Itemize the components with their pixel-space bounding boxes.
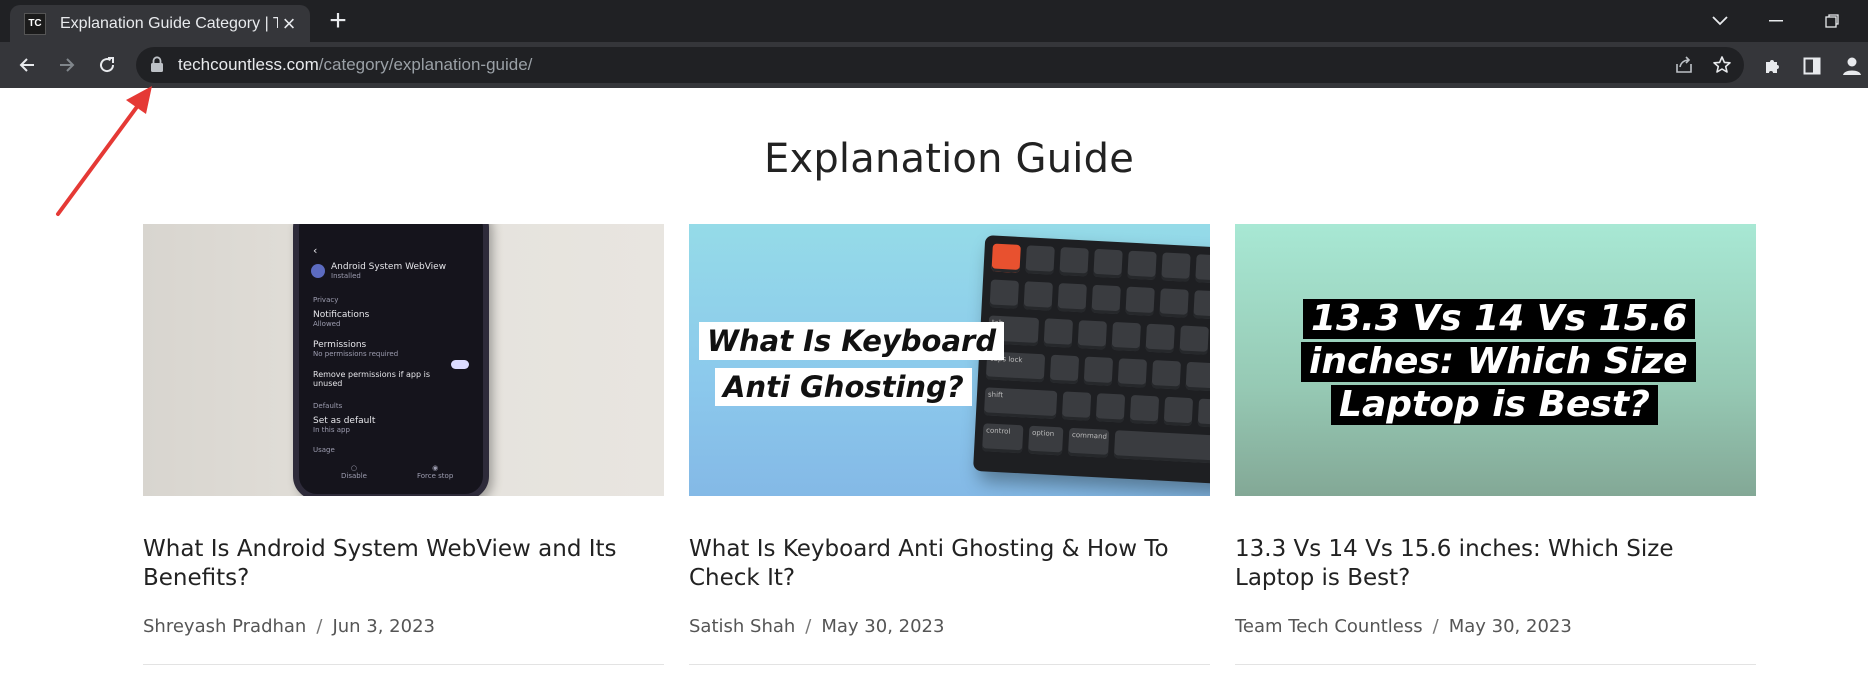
post-title-link[interactable]: What Is Keyboard Anti Ghosting & How To … <box>689 535 1210 593</box>
browser-toolbar: techcountless.com/category/explanation-g… <box>0 42 1868 88</box>
tab-close-icon[interactable]: × <box>278 12 300 35</box>
post-meta: Satish Shah / May 30, 2023 <box>689 616 1210 637</box>
card-divider <box>143 664 664 665</box>
address-bar[interactable]: techcountless.com/category/explanation-g… <box>136 47 1744 83</box>
post-title-link[interactable]: What Is Android System WebView and Its B… <box>143 535 664 593</box>
card-divider <box>1235 664 1756 665</box>
post-thumbnail-laptop-size[interactable]: 13.3 Vs 14 Vs 15.6 inches: Which Size La… <box>1235 224 1756 496</box>
thumb-headline-line2: inches: Which Size <box>1301 342 1696 382</box>
extensions-puzzle-icon[interactable] <box>1760 53 1786 79</box>
meta-separator: / <box>316 616 323 637</box>
tab-search-chevron-icon[interactable] <box>1700 6 1740 36</box>
post-author-link[interactable]: Shreyash Pradhan <box>143 616 306 637</box>
post-date: May 30, 2023 <box>1448 616 1572 637</box>
new-tab-icon[interactable]: + <box>322 6 354 38</box>
post-meta: Team Tech Countless / May 30, 2023 <box>1235 616 1756 637</box>
thumb-headline-line1: What Is Keyboard <box>699 322 1005 360</box>
side-panel-icon[interactable] <box>1799 53 1825 79</box>
post-title-link[interactable]: 13.3 Vs 14 Vs 15.6 inches: Which Size La… <box>1235 535 1756 593</box>
meta-separator: / <box>805 616 812 637</box>
url-path: /category/explanation-guide/ <box>318 55 533 74</box>
annotation-arrow <box>56 86 152 216</box>
profile-avatar-icon[interactable] <box>1839 53 1865 79</box>
bookmark-star-icon[interactable] <box>1710 54 1734 76</box>
post-date: May 30, 2023 <box>821 616 945 637</box>
share-icon[interactable] <box>1672 54 1696 76</box>
thumb-headline-line3: Laptop is Best? <box>1331 385 1658 425</box>
thumb-headline-line2: Anti Ghosting? <box>715 368 972 406</box>
card-divider <box>689 664 1210 665</box>
browser-tab-strip: TC Explanation Guide Category | Tec × + <box>0 0 1868 42</box>
post-author-link[interactable]: Team Tech Countless <box>1235 616 1423 637</box>
post-meta: Shreyash Pradhan / Jun 3, 2023 <box>143 616 664 637</box>
restore-icon[interactable] <box>1812 6 1852 36</box>
post-author-link[interactable]: Satish Shah <box>689 616 795 637</box>
meta-separator: / <box>1432 616 1439 637</box>
post-thumbnail-keyboard-anti-ghosting[interactable]: tab caps lock shift control option comma… <box>689 224 1210 496</box>
keyboard-image: tab caps lock shift control option comma… <box>973 235 1210 485</box>
page-title: Explanation Guide <box>763 136 1135 182</box>
phone-image: ‹ Android System WebView Installed Priva… <box>293 224 489 496</box>
post-date: Jun 3, 2023 <box>332 616 435 637</box>
minimize-icon[interactable] <box>1756 6 1796 36</box>
url-text[interactable]: techcountless.com/category/explanation-g… <box>178 55 532 75</box>
thumb-headline-line1: 13.3 Vs 14 Vs 15.6 <box>1303 299 1696 339</box>
post-thumbnail-android-webview[interactable]: ‹ Android System WebView Installed Priva… <box>143 224 664 496</box>
